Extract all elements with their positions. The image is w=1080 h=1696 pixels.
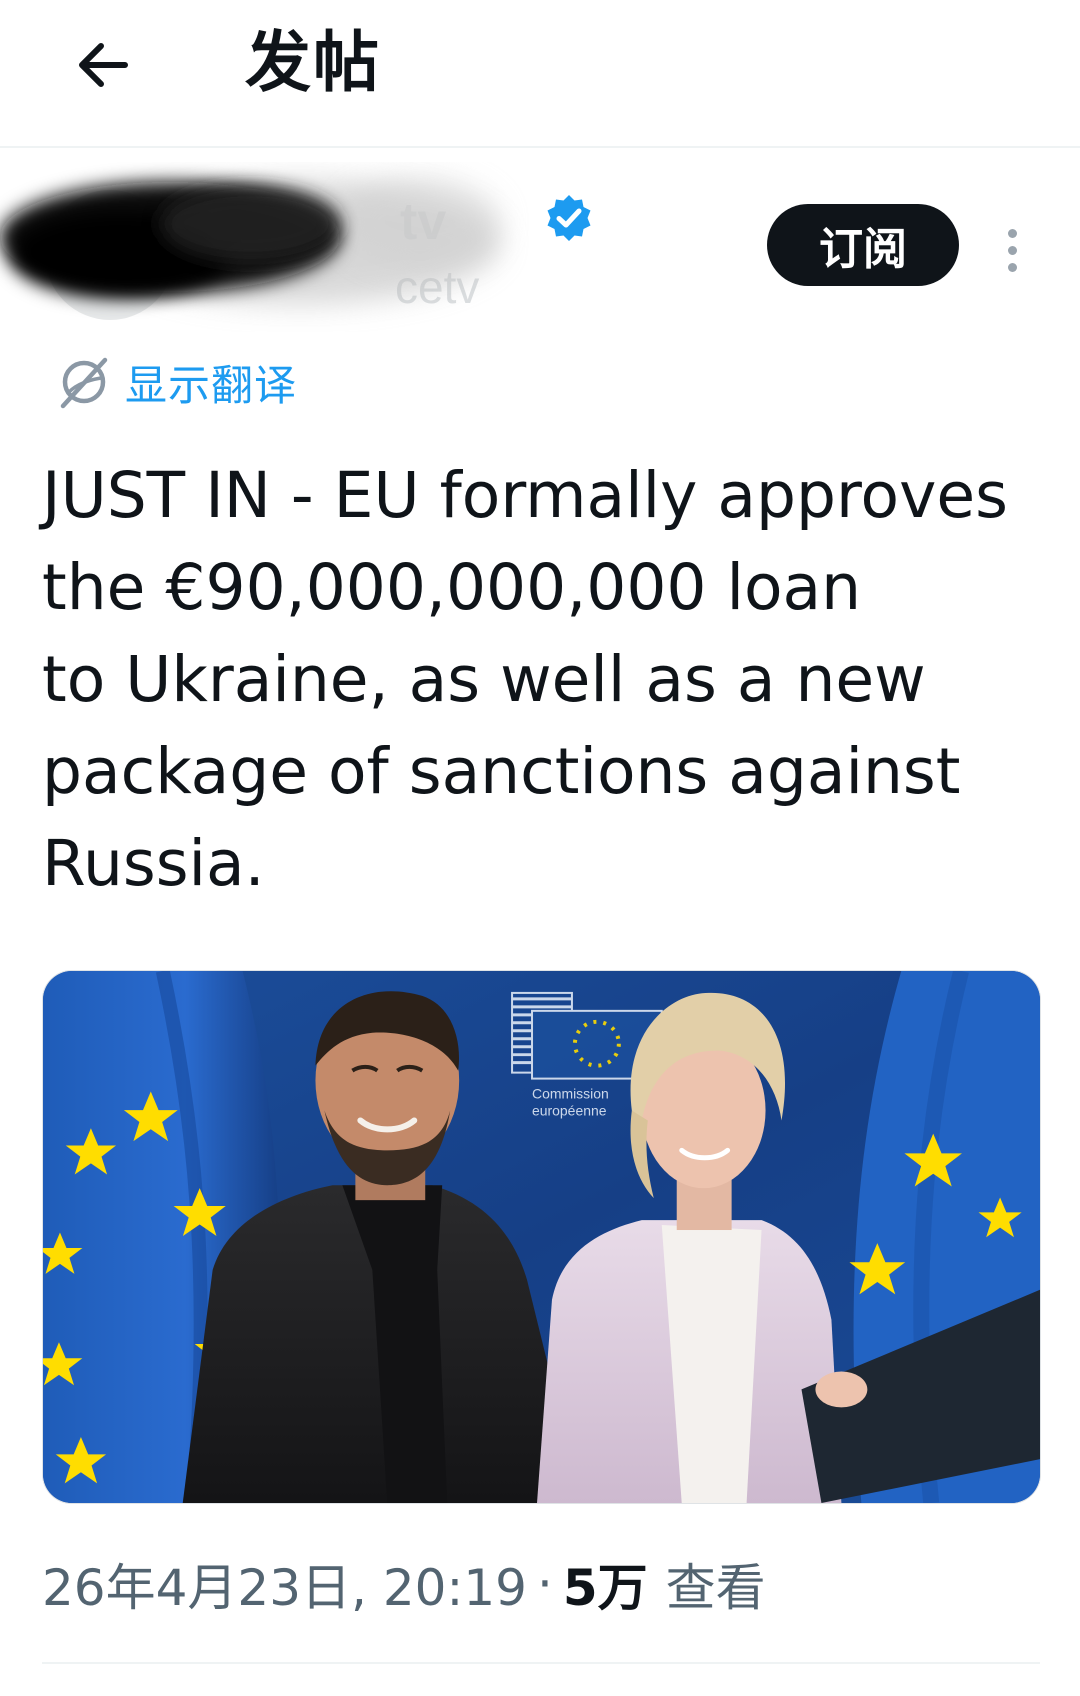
more-vertical-icon-dot	[1007, 245, 1017, 255]
views-label: 查看	[665, 1559, 766, 1617]
show-translation-link[interactable]: 显示翻译	[55, 350, 297, 414]
page-title: 发帖	[245, 24, 381, 101]
tweet-detail-page: 发帖 tv cetv 订阅 显示翻译 JUST IN - EU formally…	[0, 0, 1080, 1696]
sign-text-line1: Commission	[532, 1086, 609, 1102]
globe-translate-icon	[60, 357, 108, 409]
show-translation-label: 显示翻译	[125, 360, 298, 410]
top-app-bar: 发帖	[0, 0, 1080, 146]
author-row: tv cetv 订阅	[0, 150, 1080, 350]
more-options-button[interactable]	[990, 220, 1034, 280]
avatar[interactable]	[45, 190, 175, 320]
meta-divider	[42, 1662, 1040, 1664]
arrow-left-icon	[79, 43, 128, 87]
back-button[interactable]	[58, 20, 148, 110]
meta-separator: ·	[536, 1555, 553, 1613]
header-divider	[0, 146, 1080, 148]
author-display-name[interactable]: tv	[400, 192, 446, 252]
author-handle[interactable]: cetv	[395, 260, 479, 314]
photo-illustration: Commission européenne	[43, 971, 1040, 1503]
views-count: 5万	[562, 1559, 648, 1617]
more-vertical-icon-dot	[1007, 262, 1017, 272]
sign-text-line2: européenne	[532, 1102, 607, 1118]
subscribe-button[interactable]: 订阅	[767, 204, 959, 286]
tweet-text: JUST IN - EU formally approves the €90,0…	[42, 459, 1008, 900]
tweet-photo[interactable]: Commission européenne	[42, 970, 1041, 1504]
tweet-datetime[interactable]: 26年4月23日, 20:19	[42, 1548, 527, 1620]
more-vertical-icon	[1007, 228, 1017, 238]
verified-badge-icon	[547, 195, 591, 241]
tweet-meta: 26年4月23日, 20:19 · 5万 查看	[42, 1548, 766, 1620]
